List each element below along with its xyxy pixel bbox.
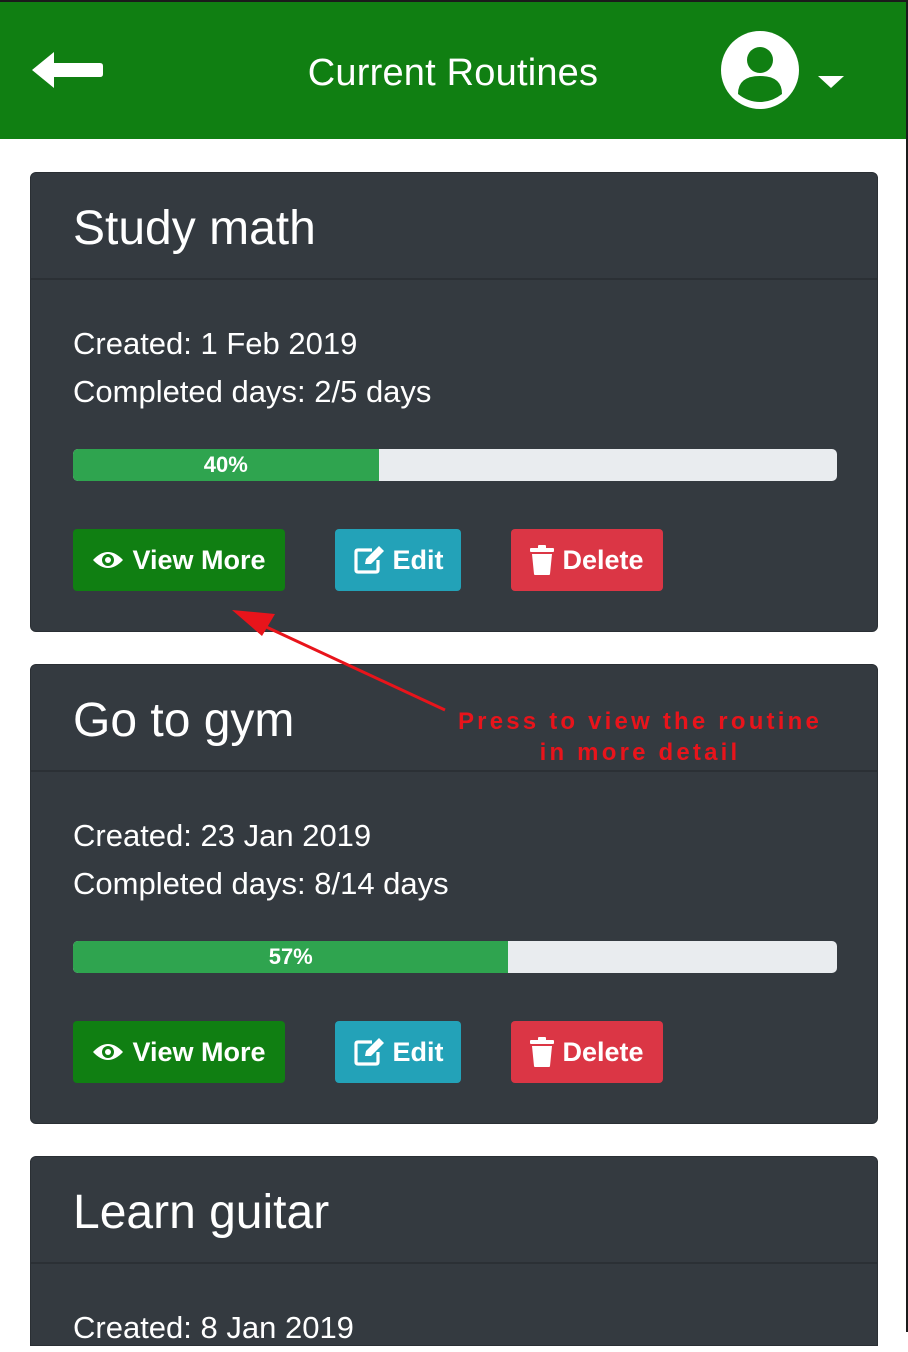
trash-icon xyxy=(530,1037,555,1067)
progress-bar-fill: 40% xyxy=(73,449,379,481)
routine-card: Study math Created: 1 Feb 2019 Completed… xyxy=(30,172,878,632)
eye-icon xyxy=(93,1044,124,1060)
routine-title: Go to gym xyxy=(73,694,295,747)
routine-card-header: Learn guitar xyxy=(31,1157,877,1264)
routine-card-header: Study math xyxy=(31,173,877,280)
user-menu-button[interactable] xyxy=(720,28,850,112)
view-more-button[interactable]: View More xyxy=(73,529,285,591)
routine-created-date: Created: 8 Jan 2019 xyxy=(73,1310,354,1345)
edit-button[interactable]: Edit xyxy=(335,1021,461,1083)
routine-completed-days: Completed days: 8/14 days xyxy=(73,866,449,901)
edit-button[interactable]: Edit xyxy=(335,529,461,591)
top-app-bar: Current Routines xyxy=(0,0,906,139)
caret-down-icon xyxy=(818,76,844,88)
annotation-line-1: Press to view the routine xyxy=(457,708,823,735)
view-more-button[interactable]: View More xyxy=(73,1021,285,1083)
edit-icon xyxy=(353,1038,384,1066)
routine-title: Study math xyxy=(73,202,316,255)
delete-button[interactable]: Delete xyxy=(511,1021,663,1083)
view-more-label: View More xyxy=(132,544,266,575)
routine-created-date: Created: 1 Feb 2019 xyxy=(73,326,358,361)
delete-button[interactable]: Delete xyxy=(511,529,663,591)
trash-icon xyxy=(530,545,555,575)
eye-icon xyxy=(93,552,124,568)
routine-title: Learn guitar xyxy=(73,1186,330,1239)
progress-bar: 57% xyxy=(73,941,837,973)
routine-created-date: Created: 23 Jan 2019 xyxy=(73,818,372,853)
user-circle-icon xyxy=(721,31,799,109)
annotation-line-2: in more detail xyxy=(539,739,741,766)
delete-label: Delete xyxy=(562,1036,644,1067)
delete-label: Delete xyxy=(562,544,644,575)
progress-bar: 40% xyxy=(73,449,837,481)
routine-completed-days: Completed days: 2/5 days xyxy=(73,374,432,409)
view-more-label: View More xyxy=(132,1036,266,1067)
edit-label: Edit xyxy=(392,544,444,575)
edit-label: Edit xyxy=(392,1036,444,1067)
routine-card: Learn guitar Created: 8 Jan 2019 xyxy=(30,1156,878,1346)
annotation-callout: Press to view the routine in more detail xyxy=(440,706,840,768)
progress-bar-fill: 57% xyxy=(73,941,509,973)
edit-icon xyxy=(353,546,384,574)
